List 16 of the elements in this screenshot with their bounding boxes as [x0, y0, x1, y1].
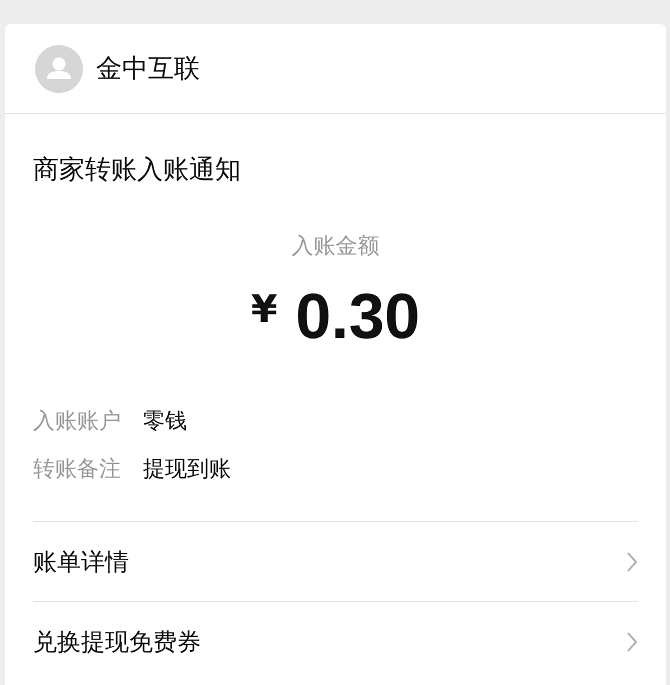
chevron-icon: [626, 550, 638, 572]
currency-symbol: ¥: [250, 287, 278, 331]
detail-label: 转账备注: [33, 456, 121, 484]
chevron-icon: [626, 630, 638, 652]
amount-label: 入账金额: [290, 233, 380, 261]
link-label: 账单详情: [33, 546, 129, 578]
link-label: 兑换提现免费券: [33, 626, 201, 658]
detail-label: 入账账户: [33, 408, 121, 436]
detail-value: 提现到账: [143, 456, 231, 484]
amount-value: 0.30: [295, 279, 420, 353]
link-row[interactable]: 兑换提现免费券: [33, 601, 638, 681]
detail-value: 零钱: [143, 408, 187, 436]
link-row[interactable]: 账单详情: [33, 521, 638, 601]
notification-title: 商家转账入账通知: [33, 154, 242, 187]
avatar-icon: [35, 44, 83, 92]
sender-name: 金中互联: [96, 53, 200, 86]
